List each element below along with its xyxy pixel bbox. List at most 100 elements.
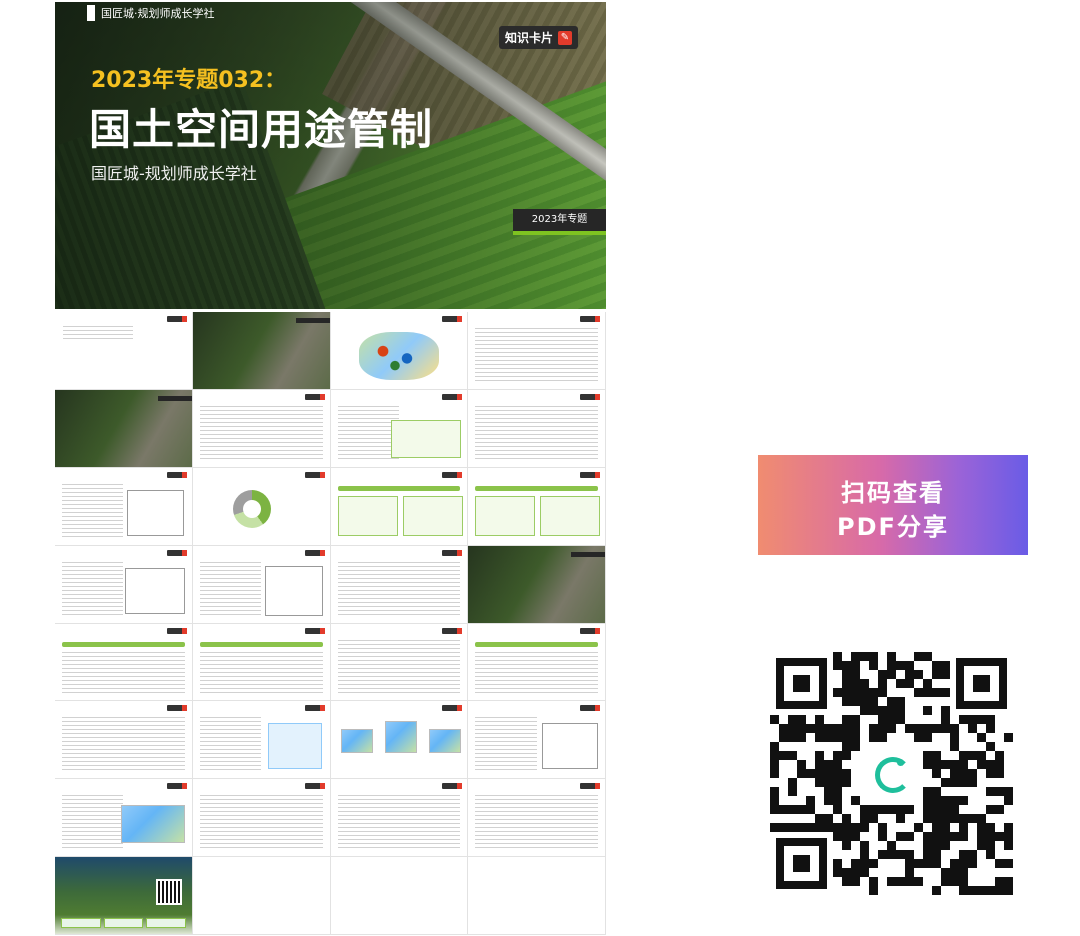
slide-thumbnail	[192, 623, 331, 702]
qr-module	[860, 688, 869, 697]
qr-module	[842, 751, 851, 760]
donut-chart-graphic	[232, 489, 271, 528]
qr-finder-icon	[956, 658, 1007, 709]
qr-module	[815, 769, 824, 778]
qr-module	[941, 832, 950, 841]
qr-module	[986, 841, 995, 850]
qr-module	[797, 733, 806, 742]
slide-logo-icon	[304, 549, 325, 556]
qr-module	[959, 796, 968, 805]
qr-module	[833, 760, 842, 769]
qr-module	[959, 715, 968, 724]
qr-module	[923, 751, 932, 760]
qr-module	[941, 715, 950, 724]
slide-thumbnail	[330, 545, 469, 624]
qr-module	[896, 715, 905, 724]
slide-thumbnail	[192, 701, 331, 780]
slide-thumbnail	[192, 467, 331, 546]
qr-module	[941, 724, 950, 733]
qr-module	[815, 751, 824, 760]
qr-module	[842, 688, 851, 697]
qr-module	[932, 823, 941, 832]
qr-module	[860, 859, 869, 868]
qr-module	[986, 769, 995, 778]
qr-module	[842, 724, 851, 733]
qr-module	[923, 814, 932, 823]
share-line-1: 扫码查看	[841, 479, 945, 507]
slide-logo-icon	[442, 549, 463, 556]
slide-logo-icon	[166, 471, 187, 478]
qr-module	[932, 859, 941, 868]
qr-module	[932, 850, 941, 859]
cover-title: 国土空间用途管制	[89, 105, 434, 154]
qr-module	[977, 760, 986, 769]
qr-module	[842, 661, 851, 670]
qr-module	[770, 769, 779, 778]
slide-logo-icon	[304, 783, 325, 790]
qr-module	[824, 814, 833, 823]
qr-module	[941, 778, 950, 787]
qr-module	[806, 769, 815, 778]
qr-module	[878, 733, 887, 742]
qr-module	[941, 814, 950, 823]
qr-module	[779, 823, 788, 832]
qr-module	[905, 868, 914, 877]
slide-thumbnail	[468, 779, 606, 858]
qr-module	[815, 724, 824, 733]
slide-thumbnail	[330, 467, 469, 546]
qr-module	[842, 823, 851, 832]
slide-thumbnail	[468, 623, 606, 702]
qr-module	[851, 661, 860, 670]
qr-module	[995, 859, 1004, 868]
qr-module	[851, 679, 860, 688]
qr-module	[851, 877, 860, 886]
qr-module	[941, 841, 950, 850]
qr-module	[869, 688, 878, 697]
slide-logo-icon	[304, 705, 325, 712]
qr-module	[968, 769, 977, 778]
qr-module	[851, 724, 860, 733]
qr-module	[887, 724, 896, 733]
qr-module	[869, 724, 878, 733]
qr-module	[1004, 859, 1013, 868]
year-badge-accent	[513, 231, 606, 235]
qr-module	[995, 787, 1004, 796]
qr-module	[806, 796, 815, 805]
slide-thumbnail	[55, 312, 193, 390]
qr-module	[923, 706, 932, 715]
qr-module	[923, 760, 932, 769]
cover-brand: 国匠城·规划师成长学社	[87, 2, 215, 24]
qr-module	[878, 688, 887, 697]
qr-module	[842, 832, 851, 841]
qr-module	[887, 661, 896, 670]
qr-module	[824, 778, 833, 787]
slide-logo-icon	[580, 471, 600, 478]
qr-module	[950, 742, 959, 751]
slide-thumbnail	[192, 545, 331, 624]
qr-module	[833, 778, 842, 787]
qr-module	[887, 697, 896, 706]
qr-module	[860, 679, 869, 688]
qr-module	[788, 823, 797, 832]
qr-module	[770, 805, 779, 814]
qr-module	[941, 688, 950, 697]
slide-logo-icon	[442, 627, 463, 634]
qr-module	[824, 796, 833, 805]
qr-code[interactable]	[770, 652, 1013, 895]
qr-module	[914, 688, 923, 697]
qr-module	[950, 832, 959, 841]
qr-module	[869, 706, 878, 715]
slide-logo-icon	[580, 316, 600, 322]
qr-module	[1004, 796, 1013, 805]
qr-module	[896, 850, 905, 859]
qr-module	[986, 760, 995, 769]
slide-logo-icon	[166, 627, 187, 634]
qr-module	[923, 832, 932, 841]
qr-module	[932, 670, 941, 679]
qr-module	[959, 886, 968, 895]
slide-logo-icon	[166, 549, 187, 556]
qr-module	[959, 751, 968, 760]
slide-logo-icon	[442, 316, 463, 322]
qr-module	[788, 787, 797, 796]
qr-module	[932, 760, 941, 769]
